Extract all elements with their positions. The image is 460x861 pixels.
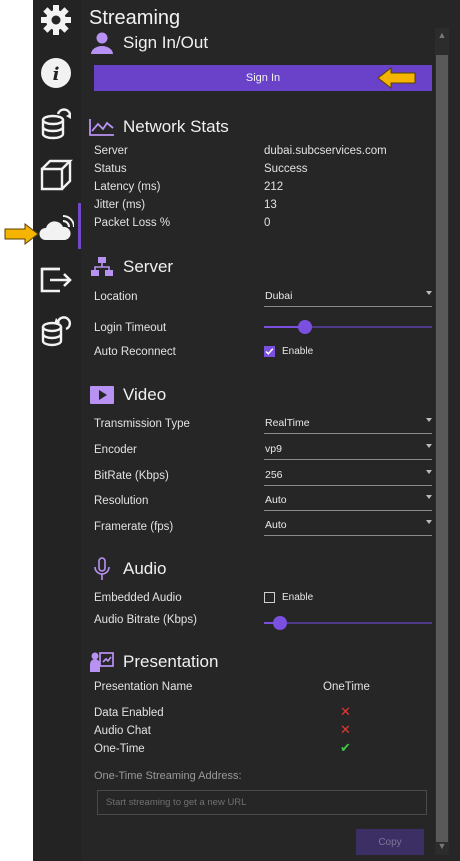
slider-thumb[interactable] (298, 320, 312, 334)
microphone-icon (89, 557, 115, 580)
transmission-type-select[interactable]: RealTime (264, 412, 432, 434)
encoder-select[interactable]: vp9 (264, 438, 432, 460)
network-server-icon (89, 256, 115, 278)
page-title: Streaming (89, 7, 181, 29)
select-value: vp9 (265, 442, 282, 455)
presentation-heading: Presentation (89, 650, 218, 674)
bitrate-select[interactable]: 256 (264, 464, 432, 486)
x-mark-icon: ✕ (340, 722, 351, 737)
network-stat-label: Status (94, 163, 127, 175)
auto-reconnect-option-label: Enable (282, 346, 314, 357)
chevron-down-icon (426, 444, 432, 448)
signin-heading-label: Sign In/Out (123, 33, 209, 52)
presentation-flag-label: Audio Chat (94, 725, 151, 737)
settings-gear-icon[interactable] (38, 2, 74, 38)
scroll-up-icon[interactable]: ▲ (436, 30, 448, 42)
database-upload-icon[interactable] (38, 106, 74, 142)
scrollbar-thumb[interactable] (436, 55, 448, 842)
framerate-select[interactable]: Auto (264, 514, 432, 536)
network-stat-label: Jitter (ms) (94, 199, 146, 211)
slider-track (264, 622, 432, 624)
x-mark-icon: ✕ (340, 704, 351, 719)
checkbox-checked-icon (264, 346, 275, 357)
checkmark-icon: ✔ (340, 740, 351, 755)
server-heading-label: Server (123, 257, 174, 276)
audio-bitrate-slider[interactable] (264, 614, 432, 632)
one-time-address-label: One-Time Streaming Address: (94, 770, 242, 782)
network-stat-label: Latency (ms) (94, 181, 161, 193)
network-stat-value: dubai.subcservices.com (264, 145, 387, 157)
audio-bitrate-label: Audio Bitrate (Kbps) (94, 614, 197, 626)
chevron-down-icon (426, 418, 432, 422)
network-stats-heading: Network Stats (89, 115, 229, 139)
select-value: Auto (265, 493, 287, 506)
network-stats-heading-label: Network Stats (123, 117, 229, 136)
video-heading-label: Video (123, 385, 167, 404)
presentation-name-value: OneTime (323, 681, 370, 693)
auto-reconnect-checkbox[interactable]: Enable (264, 346, 313, 357)
svg-text:i: i (53, 64, 60, 85)
left-margin (0, 0, 33, 861)
signin-heading: Sign In/Out (89, 31, 208, 55)
network-stat-value: 212 (264, 181, 284, 193)
auto-reconnect-label: Auto Reconnect (94, 346, 176, 358)
network-stat-value: Success (264, 163, 308, 175)
embedded-audio-checkbox[interactable]: Enable (264, 592, 313, 603)
chevron-down-icon (426, 291, 432, 295)
copy-button[interactable]: Copy (356, 829, 424, 855)
network-stat-label: Server (94, 145, 128, 157)
login-timeout-label: Login Timeout (94, 322, 167, 334)
sign-in-button-label: Sign In (245, 72, 281, 84)
highlight-arrow-icon (377, 67, 416, 89)
chevron-down-icon (426, 520, 432, 524)
presentation-board-icon (89, 651, 115, 673)
network-stat-label: Packet Loss % (94, 217, 171, 229)
video-setting-label: Framerate (fps) (94, 521, 174, 533)
audio-heading: Audio (89, 557, 166, 581)
cloud-streaming-icon[interactable] (38, 210, 75, 246)
location-select-value: Dubai (265, 289, 293, 302)
line-chart-icon (89, 116, 115, 138)
video-setting-label: Encoder (94, 444, 137, 456)
video-setting-label: BitRate (Kbps) (94, 470, 169, 482)
presentation-heading-label: Presentation (123, 652, 219, 671)
copy-button-label: Copy (378, 836, 402, 848)
slider-thumb[interactable] (273, 616, 287, 630)
presentation-flag-label: Data Enabled (94, 707, 164, 719)
checkbox-unchecked-icon (264, 592, 275, 603)
location-select[interactable]: Dubai (264, 285, 432, 307)
embedded-audio-label: Embedded Audio (94, 592, 182, 604)
user-icon (89, 32, 115, 54)
cube-icon[interactable] (38, 157, 74, 193)
network-stat-value: 0 (264, 217, 271, 229)
chevron-down-icon (426, 470, 432, 474)
login-timeout-slider[interactable] (264, 318, 432, 336)
select-value: 256 (265, 468, 283, 481)
presentation-name-label: Presentation Name (94, 681, 193, 693)
network-stat-value: 13 (264, 199, 277, 211)
select-value: Auto (265, 518, 287, 531)
highlight-arrow-icon (4, 223, 39, 245)
video-play-icon (89, 384, 115, 406)
video-heading: Video (89, 383, 166, 407)
one-time-address-field[interactable]: Start streaming to get a new URL (97, 790, 427, 815)
server-heading: Server (89, 255, 173, 279)
video-setting-label: Resolution (94, 495, 149, 507)
info-icon[interactable]: i (38, 55, 74, 91)
audio-heading-label: Audio (123, 559, 167, 578)
scroll-down-icon[interactable]: ▼ (436, 841, 448, 853)
chevron-down-icon (426, 495, 432, 499)
location-label: Location (94, 291, 138, 303)
resolution-select[interactable]: Auto (264, 489, 432, 511)
presentation-flag-label: One-Time (94, 743, 145, 755)
export-icon[interactable] (38, 261, 74, 297)
video-setting-label: Transmission Type (94, 418, 190, 430)
database-sync-icon[interactable] (38, 313, 74, 349)
one-time-address-placeholder: Start streaming to get a new URL (106, 797, 247, 808)
embedded-audio-option-label: Enable (282, 592, 314, 603)
select-value: RealTime (265, 416, 310, 429)
